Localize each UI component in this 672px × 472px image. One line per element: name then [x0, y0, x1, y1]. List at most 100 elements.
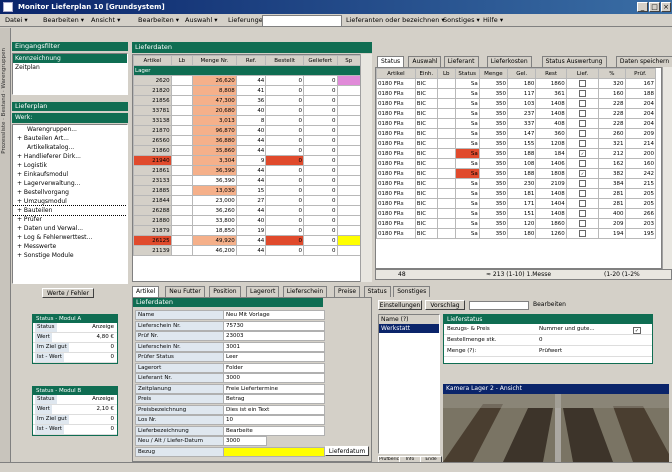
form-tab-2[interactable]: Position [209, 286, 241, 297]
table-row[interactable]: 0180 FRs BIC Sa 350 108 1406 162 160 [376, 158, 656, 169]
tab-3[interactable]: Lieferkosten [486, 56, 532, 67]
row-checkbox[interactable] [579, 219, 587, 227]
table-row[interactable]: 0180 FRs BIC Sa 350 171 1404 281 205 [376, 198, 656, 209]
tree-item[interactable]: + Log & Fehlerwerttest... [13, 233, 127, 242]
form-field[interactable]: 3000 [223, 436, 267, 446]
table-row[interactable]: 21139 46,200 44 0 0 [133, 245, 362, 256]
row-checkbox[interactable] [579, 229, 587, 237]
table-row[interactable]: 33781 20,680 40 0 0 [133, 105, 362, 116]
row-checkbox[interactable] [579, 179, 587, 187]
tree-item[interactable]: + Bauteilen Art... [13, 134, 127, 143]
table-row[interactable]: 21820 8,808 41 0 0 [133, 85, 362, 96]
form-field[interactable]: Leer [223, 352, 325, 362]
row-checkbox[interactable] [579, 89, 587, 97]
grid-header[interactable]: % [598, 68, 626, 79]
form-tab-7[interactable]: Sonstiges [393, 286, 431, 297]
menu-edit[interactable]: Bearbeiten ▾ [40, 15, 87, 26]
edit-field[interactable] [469, 301, 529, 310]
table-row[interactable]: 2620 26,620 44 0 0 [133, 75, 362, 86]
minimize-button[interactable]: _ [637, 2, 648, 12]
grid-header[interactable]: Sp [336, 55, 362, 66]
middle-scrollbar[interactable] [360, 54, 372, 282]
row-checkbox[interactable] [579, 99, 587, 107]
form-field[interactable]: 10 [223, 415, 325, 425]
grid-header[interactable]: Status [454, 68, 480, 79]
suggestion-button[interactable]: Vorschlag [425, 300, 465, 310]
table-row[interactable]: 0180 FRs BIC Sa 350 155 1208 321 214 [376, 138, 656, 149]
table-row[interactable]: 0180 FRs BIC Sa 350 188 184 ✓ 212 200 [376, 148, 656, 159]
tree-item[interactable]: + Daten und Verwal... [13, 224, 127, 233]
form-tab-6[interactable]: Status [363, 286, 391, 297]
menu-edit-2[interactable]: Bearbeiten ▾ [135, 15, 182, 26]
tree-item[interactable]: + Sonstige Module [13, 251, 127, 260]
name-list-item[interactable]: Werkstatt [379, 324, 439, 333]
search-input[interactable] [262, 15, 342, 27]
tree-item[interactable]: + Einkaufsmodul [13, 170, 127, 179]
row-checkbox[interactable] [579, 129, 587, 137]
table-row[interactable]: 21870 96,870 40 0 0 [133, 125, 362, 136]
delivery-date-button[interactable]: Lieferdatum [325, 446, 369, 456]
grid-header[interactable]: Ref. [235, 55, 267, 66]
row-checkbox[interactable] [579, 199, 587, 207]
dialog-checkbox[interactable]: ✓ [633, 327, 641, 334]
form-field[interactable]: Freie Liefertermine [223, 383, 325, 394]
table-row[interactable]: 21844 23,000 27 0 0 [133, 195, 362, 206]
table-row[interactable]: 0180 FRs BIC Sa 350 117 361 160 188 [376, 88, 656, 99]
table-row[interactable]: 26560 36,880 44 0 0 [133, 135, 362, 146]
menu-supplier[interactable]: Lieferanten oder bezeichnen ▾ [343, 15, 448, 26]
grid-header[interactable]: Prüf. [624, 68, 656, 79]
grid-header[interactable]: Rest [535, 68, 567, 79]
form-field[interactable]: Neu Mit Vorlage [223, 310, 325, 320]
close-button[interactable]: × [661, 2, 671, 12]
table-row[interactable]: 21885 13,030 15 0 0 [133, 185, 362, 196]
row-checkbox[interactable] [579, 109, 587, 117]
table-row[interactable]: 26288 36,260 44 0 0 [133, 205, 362, 216]
table-row[interactable]: 0180 FRs BIC Sa 350 337 408 228 204 [376, 118, 656, 129]
form-tab-3[interactable]: Lagerort [246, 286, 280, 297]
vertical-side-tabs[interactable]: Prozessliste · Bestand · Warengruppen [0, 28, 11, 462]
tree-item[interactable]: + Umzugsmodul [13, 197, 127, 206]
table-row[interactable]: 21879 18,850 19 0 0 [133, 225, 362, 236]
form-field[interactable]: 3000 [223, 373, 325, 383]
values-tab[interactable]: Werte / Fehler [42, 288, 94, 298]
table-row[interactable]: 0180 FRs BIC Sa 350 103 1408 228 204 [376, 98, 656, 109]
tree-item[interactable]: + Bauteilen [13, 205, 127, 216]
tree-item[interactable]: + Logistik [13, 161, 127, 170]
row-checkbox[interactable]: ✓ [579, 149, 587, 157]
grid-header[interactable]: Menge Nr. [192, 55, 237, 66]
tree-item[interactable]: + Bestellvorgang [13, 188, 127, 197]
grid-header[interactable]: Lb [436, 68, 456, 79]
settings-button[interactable]: Einstellungen [378, 300, 422, 310]
row-checkbox[interactable] [579, 79, 587, 87]
filter-item[interactable]: Zeitplan [13, 63, 127, 72]
row-checkbox[interactable] [579, 159, 587, 167]
form-field[interactable]: 23003 [223, 331, 325, 341]
form-field[interactable]: Folder [223, 362, 325, 373]
row-checkbox[interactable] [579, 119, 587, 127]
table-row[interactable]: 0180 FRs BIC Sa 350 151 1408 400 266 [376, 208, 656, 219]
table-row[interactable]: 0180 FRs BIC Sa 350 180 1260 194 195 [376, 228, 656, 239]
form-field[interactable]: Bearbeite [223, 425, 325, 436]
filter-item[interactable]: Kennzeichnung [13, 54, 127, 63]
table-row[interactable]: 0180 FRs BIC Sa 350 230 2109 384 215 [376, 178, 656, 189]
menu-help[interactable]: Hilfe ▾ [480, 15, 506, 26]
tab-1[interactable]: Auswahl [408, 56, 442, 67]
form-tab-5[interactable]: Preise [334, 286, 361, 297]
tab-4[interactable]: Status Auswertung [541, 56, 607, 67]
table-row[interactable]: 21940 3,304 9 0 0 [133, 155, 362, 166]
maximize-button[interactable]: □ [649, 2, 660, 12]
table-row[interactable]: 0180 FRs BIC Sa 350 120 1860 209 203 [376, 218, 656, 229]
table-row[interactable]: 0180 FRs BIC Sa 350 188 1808 ✓ 382 242 [376, 168, 656, 179]
form-tab-4[interactable]: Lieferschein [282, 286, 328, 297]
tree-item[interactable]: Warengruppen... [13, 125, 127, 134]
grid-header[interactable]: Gel. [507, 68, 537, 79]
form-field[interactable]: Dies ist ein Text [223, 404, 325, 415]
table-row[interactable]: 21880 33,800 40 0 0 [133, 215, 362, 226]
form-tab-1[interactable]: Neu Futter [165, 286, 205, 297]
table-row[interactable]: 23133 36,390 44 0 0 [133, 175, 362, 186]
group-row[interactable]: Lager [133, 65, 361, 76]
table-row[interactable]: 0180 FRs BIC Sa 350 237 1408 228 204 [376, 108, 656, 119]
form-field[interactable]: 75730 [223, 320, 325, 331]
table-row[interactable]: 0180 FRs BIC Sa 350 147 360 260 209 [376, 128, 656, 139]
row-checkbox[interactable] [579, 189, 587, 197]
